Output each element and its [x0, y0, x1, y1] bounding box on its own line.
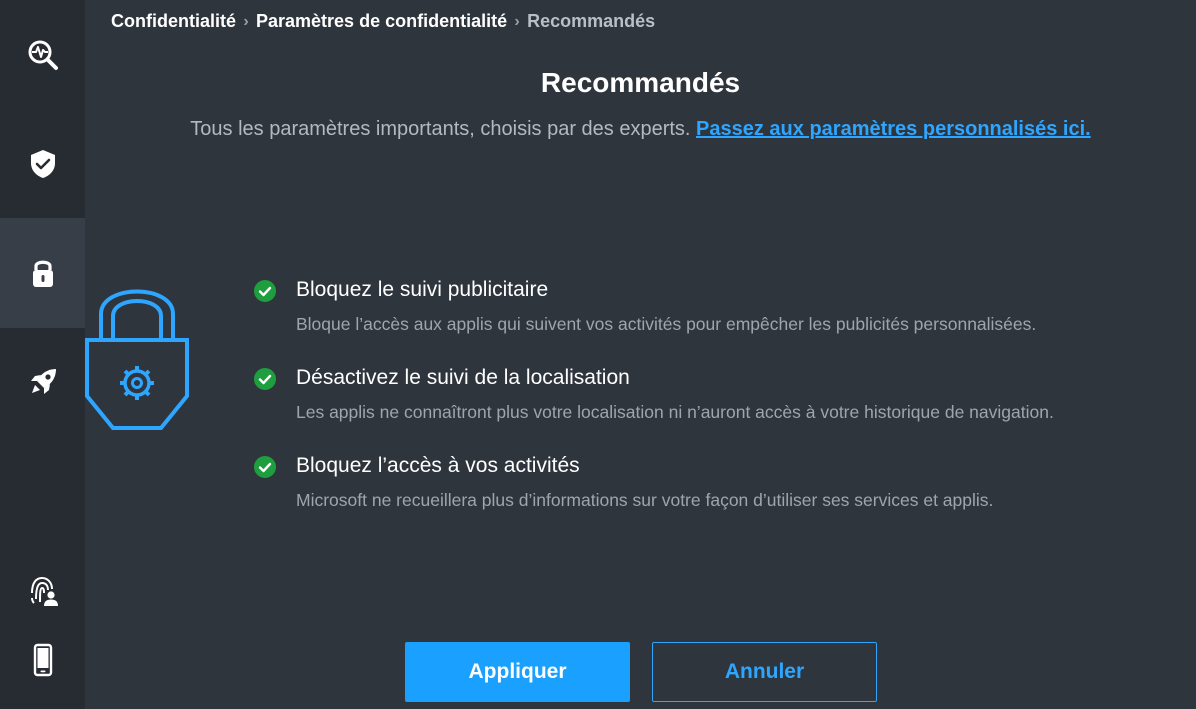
breadcrumb-item-parametres[interactable]: Paramètres de confidentialité — [256, 11, 507, 32]
sidebar-item-privacy[interactable] — [0, 218, 85, 328]
breadcrumb-item-confidentialite[interactable]: Confidentialité — [111, 11, 236, 32]
feature-title: Désactivez le suivi de la localisation — [296, 366, 630, 389]
chevron-right-icon: › — [243, 12, 249, 30]
feature-title: Bloquez le suivi publicitaire — [296, 278, 549, 301]
rocket-icon — [30, 369, 56, 394]
check-circle-icon — [254, 280, 276, 302]
apply-button[interactable]: Appliquer — [405, 642, 630, 702]
chevron-right-icon: › — [514, 12, 520, 30]
feature-description: Bloque l’accès aux applis qui suivent vo… — [296, 314, 1037, 334]
subtitle-text: Tous les paramètres importants, choisis … — [190, 118, 691, 140]
sidebar-item-health-scan[interactable] — [0, 0, 85, 110]
page-title: Recommandés — [540, 67, 741, 98]
cancel-button[interactable]: Annuler — [652, 642, 877, 702]
sidebar — [0, 0, 85, 709]
shield-check-icon — [30, 150, 55, 178]
feature-title: Bloquez l’accès à vos activités — [296, 454, 580, 477]
fingerprint-user-icon — [30, 576, 58, 606]
app-window: Confidentialité › Paramètres de confiden… — [0, 0, 1196, 709]
check-circle-icon — [254, 456, 276, 478]
health-scan-icon — [28, 40, 58, 70]
feature-description: Les applis ne connaîtront plus votre loc… — [296, 402, 1054, 422]
custom-settings-link[interactable]: Passez aux paramètres personnalisés ici. — [696, 118, 1091, 140]
lock-icon — [32, 260, 53, 287]
feature-description: Microsoft ne recueillera plus d’informat… — [296, 490, 994, 510]
check-circle-icon — [254, 368, 276, 390]
sidebar-item-devices[interactable] — [0, 605, 85, 709]
breadcrumb-item-current: Recommandés — [527, 11, 656, 31]
lock-gear-illustration — [85, 289, 189, 430]
sidebar-item-performance[interactable] — [0, 327, 85, 437]
sidebar-item-protection[interactable] — [0, 109, 85, 219]
phone-icon — [33, 643, 52, 677]
page-subtitle: Tous les paramètres importants, choisis … — [85, 118, 1196, 141]
breadcrumb: Confidentialité › Paramètres de confiden… — [111, 11, 655, 32]
